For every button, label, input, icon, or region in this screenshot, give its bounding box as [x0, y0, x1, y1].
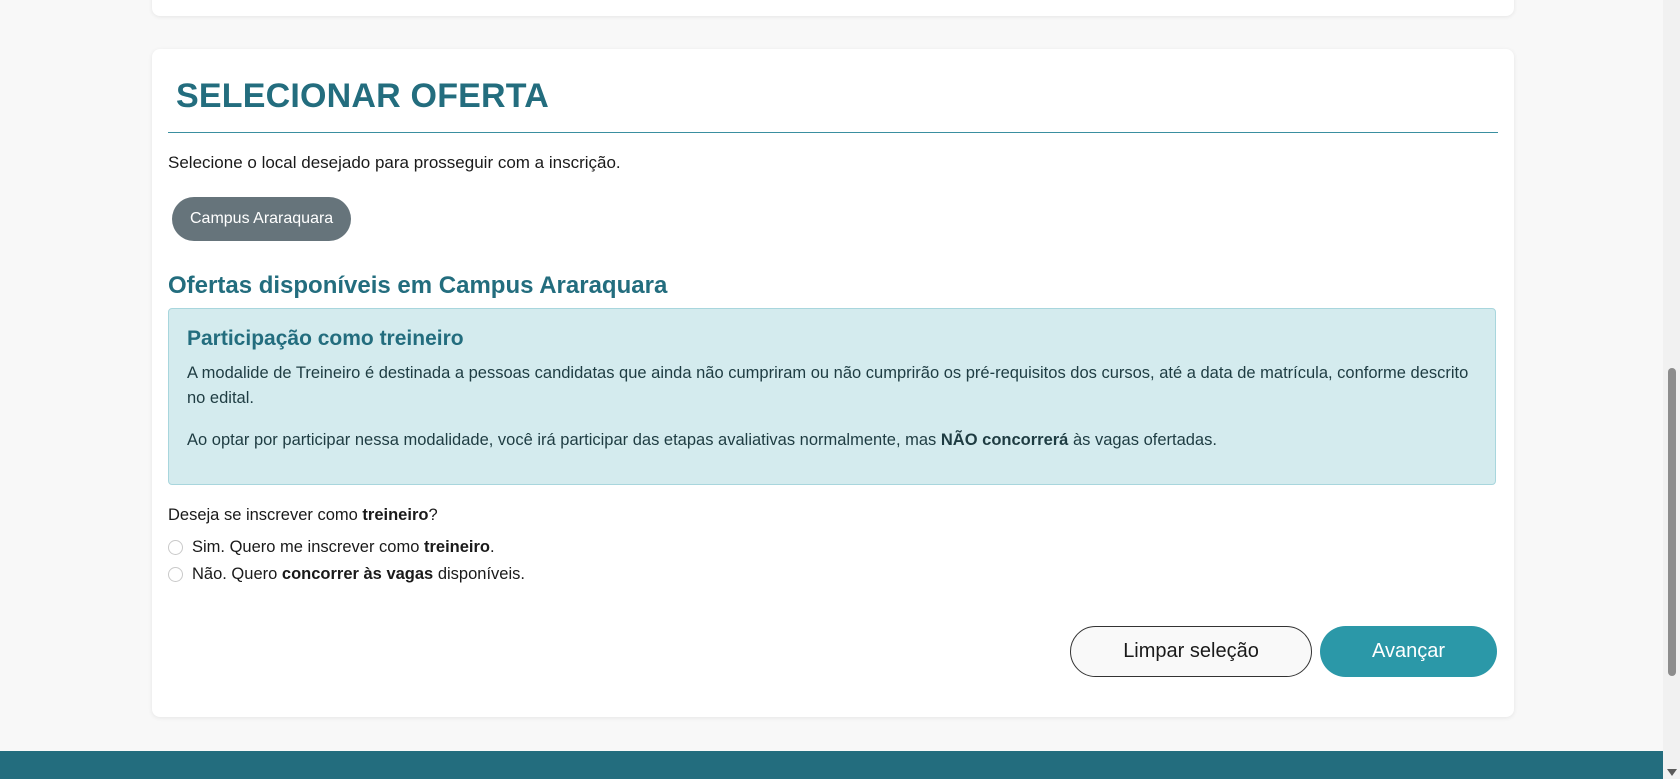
trainee-info-box: Participação como treineiro A modalide d… — [168, 308, 1496, 485]
section-intro-text: Selecione o local desejado para prossegu… — [168, 153, 621, 172]
info-paragraph-2-text: Ao optar por participar nessa modalidade… — [187, 431, 941, 449]
radio-label-compete-text: Não. Quero — [192, 565, 282, 583]
radio-button-trainee[interactable] — [168, 540, 183, 555]
offers-heading: Ofertas disponíveis em Campus Araraquara — [168, 272, 668, 299]
select-offer-card: SELECIONAR OFERTA Selecione o local dese… — [152, 49, 1514, 717]
info-box-title: Participação como treineiro — [187, 327, 464, 350]
clear-selection-button[interactable]: Limpar seleção — [1070, 626, 1312, 677]
info-paragraph-2-emphasis: NÃO concorrerá — [940, 431, 1069, 449]
page-footer-bar — [0, 751, 1663, 779]
next-button[interactable]: Avançar — [1320, 626, 1497, 677]
info-paragraph-2: Ao optar por participar nessa modalidade… — [187, 428, 1477, 453]
vertical-scrollbar[interactable] — [1663, 0, 1680, 779]
page-viewport: SELECIONAR OFERTA Selecione o local dese… — [0, 0, 1680, 779]
trainee-question: Deseja se inscrever como treineiro? — [168, 506, 438, 525]
question-tail: ? — [428, 506, 438, 524]
radio-label-trainee-text: Sim. Quero me inscrever como — [192, 538, 424, 556]
radio-option-compete[interactable]: Não. Quero concorrer às vagas disponívei… — [168, 565, 525, 584]
scroll-down-arrow-icon[interactable] — [1667, 769, 1677, 776]
radio-label-trainee-tail: . — [490, 538, 495, 556]
scrollbar-thumb[interactable] — [1668, 368, 1676, 676]
question-emphasis: treineiro — [362, 506, 429, 524]
radio-label-trainee-emphasis: treineiro — [423, 538, 491, 556]
info-paragraph-1: A modalide de Treineiro é destinada a pe… — [187, 364, 1469, 407]
section-title: SELECIONAR OFERTA — [176, 77, 550, 115]
radio-label-trainee: Sim. Quero me inscrever como treineiro. — [192, 538, 495, 557]
question-text: Deseja se inscrever como — [168, 506, 363, 524]
info-paragraph-2-tail: às vagas ofertadas. — [1068, 431, 1217, 449]
radio-label-compete: Não. Quero concorrer às vagas disponívei… — [192, 565, 525, 584]
previous-section-card — [152, 0, 1514, 16]
campus-option-button[interactable]: Campus Araraquara — [172, 197, 352, 241]
title-divider — [168, 132, 1498, 133]
radio-option-trainee[interactable]: Sim. Quero me inscrever como treineiro. — [168, 538, 495, 557]
radio-label-compete-emphasis: concorrer às vagas — [281, 565, 434, 583]
radio-button-compete[interactable] — [168, 567, 183, 582]
radio-label-compete-tail: disponíveis. — [433, 565, 525, 583]
